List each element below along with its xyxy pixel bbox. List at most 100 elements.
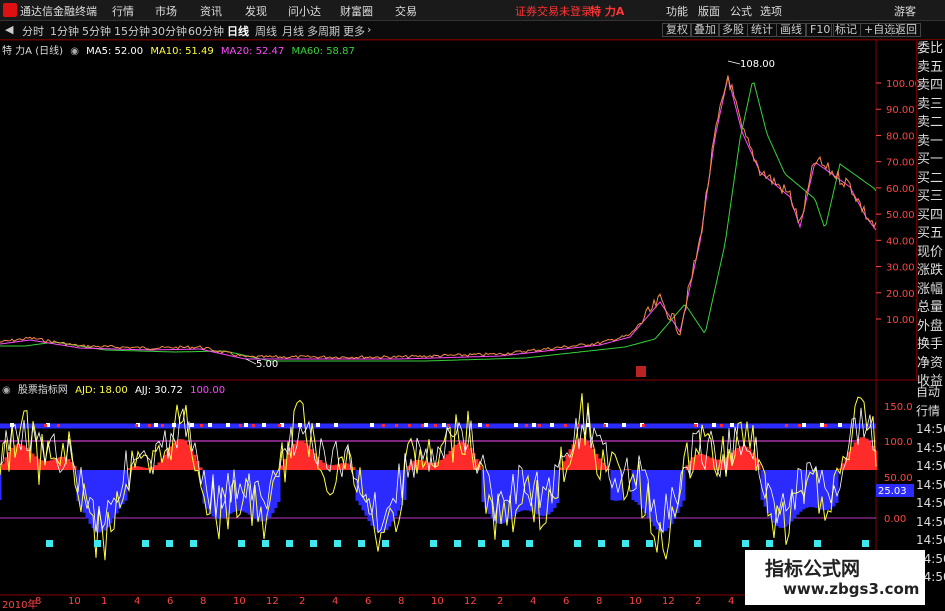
price-tick-label: 20.00 xyxy=(886,289,915,300)
top-marker xyxy=(424,423,428,427)
indicator-current-value: 25.03 xyxy=(878,486,907,497)
low-annotation: 5.00 xyxy=(256,359,278,370)
top-marker xyxy=(550,423,554,427)
date-label: 8 xyxy=(35,596,42,607)
signal-marker xyxy=(430,540,437,547)
date-label: 10 xyxy=(629,596,642,607)
top-tick xyxy=(720,424,723,427)
indicator-title: 股票指标网 xyxy=(17,385,68,396)
top-tick xyxy=(603,424,606,427)
indicator-tick-label: 150.0 xyxy=(884,402,913,413)
ma60-line xyxy=(0,82,877,362)
top-tick xyxy=(447,424,450,427)
event-marker-icon[interactable] xyxy=(636,366,646,377)
date-label: 8 xyxy=(596,596,603,607)
quote-label: 净资 xyxy=(917,355,944,371)
top-tick xyxy=(525,424,528,427)
top-tick xyxy=(57,424,60,427)
price-series xyxy=(0,75,877,362)
top-tick xyxy=(395,424,398,427)
ajd-line xyxy=(0,393,877,561)
signal-marker xyxy=(502,540,509,547)
quote-label: 卖二 xyxy=(917,115,944,130)
top-marker xyxy=(712,423,716,427)
time-label: 14:50 xyxy=(916,533,945,547)
top-marker xyxy=(190,423,194,427)
top-tick xyxy=(577,424,580,427)
time-label: 14:50 xyxy=(916,459,945,473)
ajj-value: AJJ: 30.72 xyxy=(134,385,183,396)
date-label: 12 xyxy=(266,596,279,607)
top-tick xyxy=(642,424,645,427)
time-label: 自动 xyxy=(916,385,941,399)
top-tick xyxy=(148,424,151,427)
signal-marker xyxy=(238,540,245,547)
signal-marker xyxy=(334,540,341,547)
top-tick xyxy=(824,424,827,427)
signal-marker xyxy=(574,540,581,547)
date-label: 8 xyxy=(398,596,405,607)
indicator-tick-label: 0.00 xyxy=(884,514,906,525)
signal-marker xyxy=(166,540,173,547)
date-label: 4 xyxy=(530,596,537,607)
top-marker xyxy=(316,423,320,427)
top-marker xyxy=(244,423,248,427)
top-tick xyxy=(798,424,801,427)
quote-label: 涨跌 xyxy=(917,263,944,278)
signal-marker xyxy=(262,540,269,547)
signal-marker xyxy=(358,540,365,547)
signal-marker xyxy=(310,540,317,547)
top-tick xyxy=(161,424,164,427)
date-label: 12 xyxy=(662,596,675,607)
signal-marker xyxy=(382,540,389,547)
date-label: 4 xyxy=(728,596,735,607)
quote-label: 现价 xyxy=(917,244,944,260)
date-label: 8 xyxy=(200,596,207,607)
top-marker xyxy=(478,423,482,427)
signal-marker xyxy=(766,540,773,547)
top-marker xyxy=(586,423,590,427)
top-tick xyxy=(434,424,437,427)
top-tick xyxy=(382,424,385,427)
watermark-url: www.zbgs3.com xyxy=(783,580,920,598)
quote-label: 委比 xyxy=(917,41,944,56)
quote-label: 买三 xyxy=(917,189,944,204)
signal-marker xyxy=(454,540,461,547)
quote-label: 卖三 xyxy=(917,96,944,112)
date-label: 10 xyxy=(233,596,246,607)
signal-marker xyxy=(478,540,485,547)
date-label: 4 xyxy=(332,596,339,607)
signal-marker xyxy=(46,540,53,547)
top-marker xyxy=(10,423,14,427)
top-tick xyxy=(135,424,138,427)
time-label: 14:50 xyxy=(916,477,945,492)
price-axis: 100.0090.0080.0070.0060.0050.0040.0030.0… xyxy=(876,79,921,326)
top-tick xyxy=(200,424,203,427)
top-tick xyxy=(421,424,424,427)
price-tick-label: 30.00 xyxy=(886,263,915,274)
top-marker xyxy=(172,423,176,427)
top-tick xyxy=(278,424,281,427)
signal-marker xyxy=(694,540,701,547)
signal-marker xyxy=(742,540,749,547)
quote-label: 外盘 xyxy=(917,318,944,334)
quote-label: 总量 xyxy=(917,300,944,315)
signal-marker xyxy=(142,540,149,547)
top-marker xyxy=(730,423,734,427)
indicator-settings-icon[interactable]: ◉ xyxy=(2,385,11,396)
price-tick-label: 80.00 xyxy=(886,131,915,142)
watermark: 指标公式网 www.zbgs3.com xyxy=(745,550,925,605)
date-label: 12 xyxy=(464,596,477,607)
price-tick-label: 90.00 xyxy=(886,105,915,116)
price-tick-label: 60.00 xyxy=(886,184,915,195)
top-marker xyxy=(838,423,842,427)
quote-panel: 委比 卖五 卖四 卖三 卖二 卖一 买一 买二 买三 买四 买五 现价 涨跌 涨幅 总量 外盘 换手 净资 收益 xyxy=(916,40,945,389)
chart-canvas[interactable]: 100.0090.0080.0070.0060.0050.0040.0030.0… xyxy=(0,0,945,609)
top-tick xyxy=(486,424,489,427)
date-label: 6 xyxy=(365,596,372,607)
top-marker xyxy=(208,423,212,427)
price-tick-label: 50.00 xyxy=(886,210,915,221)
top-tick xyxy=(44,424,47,427)
indicator-series xyxy=(0,393,878,561)
top-marker xyxy=(802,423,806,427)
